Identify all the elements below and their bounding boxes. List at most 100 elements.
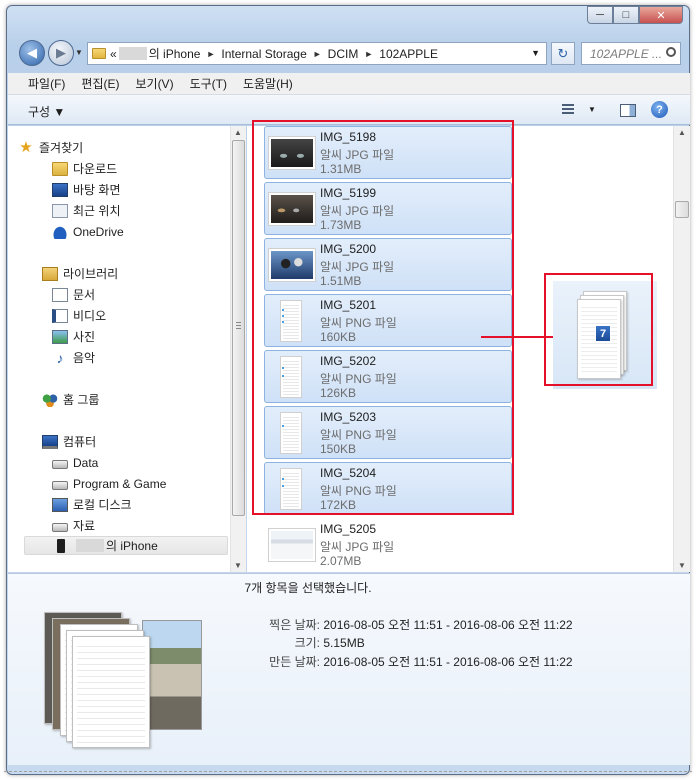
scroll-down-arrow-icon[interactable]: ▼ xyxy=(234,561,242,570)
detail-label: 만든 날짜: xyxy=(269,655,320,669)
nav-label: 비디오 xyxy=(73,309,107,323)
menu-help[interactable]: 도움말(H) xyxy=(235,75,301,92)
nav-onedrive[interactable]: OneDrive xyxy=(52,222,124,241)
drag-count-badge: 7 xyxy=(595,325,611,342)
chevron-right-icon[interactable]: ► xyxy=(313,49,322,59)
nav-desktop[interactable]: 바탕 화면 xyxy=(52,180,121,199)
scroll-up-arrow-icon[interactable]: ▲ xyxy=(678,128,686,137)
file-size: 1.51MB xyxy=(320,274,362,288)
computer-icon xyxy=(42,434,58,449)
chevron-right-icon[interactable]: ► xyxy=(364,49,373,59)
menu-file[interactable]: 파일(F) xyxy=(20,75,73,92)
nav-drive-share[interactable]: 자료 xyxy=(52,516,95,535)
nav-recent[interactable]: 최근 위치 xyxy=(52,201,121,220)
file-item[interactable]: IMG_5199 알씨 JPG 파일 1.73MB xyxy=(264,182,512,235)
nav-local-disk[interactable]: 로컬 디스크 xyxy=(52,495,132,514)
nav-favorites[interactable]: ★ 즐겨찾기 xyxy=(18,138,83,157)
nav-computer[interactable]: 컴퓨터 xyxy=(42,432,96,451)
detail-value: 5.15MB xyxy=(323,636,365,650)
detail-size: 크기: 5.15MB xyxy=(256,634,365,651)
nav-libraries[interactable]: 라이브러리 xyxy=(42,264,118,283)
menu-edit[interactable]: 편집(E) xyxy=(73,75,127,92)
file-name: IMG_5204 xyxy=(320,466,377,480)
forward-button[interactable]: ▶ xyxy=(48,40,74,66)
back-button[interactable]: ◀ xyxy=(19,40,45,66)
file-size: 172KB xyxy=(320,498,357,512)
nav-homegroup[interactable]: 홈 그룹 xyxy=(42,390,99,409)
address-bar[interactable]: « 의 iPhone ► Internal Storage ► DCIM ► 1… xyxy=(87,42,547,65)
nav-iphone[interactable]: 의 iPhone xyxy=(24,536,228,555)
details-pane: 7개 항목을 선택했습니다. 찍은 날짜: 2016-08-05 오전 11:5… xyxy=(8,573,690,765)
explorer-window: ─ □ ✕ ◀ ▶ ▼ « 의 iPhone ► Internal Storag… xyxy=(6,5,690,775)
menu-view[interactable]: 보기(V) xyxy=(127,75,181,92)
file-list-scrollbar[interactable]: ▲ ▼ xyxy=(673,126,690,572)
menu-tools[interactable]: 도구(T) xyxy=(182,75,235,92)
redacted-name xyxy=(76,539,104,552)
nav-drive-data[interactable]: Data xyxy=(52,453,98,472)
help-icon[interactable]: ? xyxy=(651,101,668,118)
photo-thumbnail xyxy=(268,192,316,226)
recent-pages-dropdown[interactable]: ▼ xyxy=(75,48,83,57)
file-item[interactable]: IMG_5205 알씨 JPG 파일 2.07MB xyxy=(264,518,512,571)
file-item[interactable]: IMG_5201 알씨 PNG 파일 160KB xyxy=(264,294,512,347)
file-list-scroll-thumb[interactable] xyxy=(675,201,689,218)
nav-label: 사진 xyxy=(73,330,96,344)
nav-music[interactable]: ♪ 음악 xyxy=(52,348,96,367)
maximize-button[interactable]: □ xyxy=(613,6,639,24)
navigation-pane: ★ 즐겨찾기 다운로드 바탕 화면 최근 위치 OneDrive 라이브러리 문… xyxy=(8,126,246,572)
breadcrumb-dcim[interactable]: DCIM xyxy=(328,47,359,61)
drive-icon xyxy=(52,460,68,469)
file-item[interactable]: IMG_5203 알씨 PNG 파일 150KB xyxy=(264,406,512,459)
file-type: 알씨 PNG 파일 xyxy=(320,316,397,330)
file-type: 알씨 JPG 파일 xyxy=(320,540,395,554)
nav-downloads[interactable]: 다운로드 xyxy=(52,159,117,178)
nav-label: 홈 그룹 xyxy=(63,393,100,407)
star-icon: ★ xyxy=(19,138,33,156)
file-item[interactable]: IMG_5202 알씨 PNG 파일 126KB xyxy=(264,350,512,403)
nav-label: 음악 xyxy=(73,351,96,365)
file-item[interactable]: IMG_5198 알씨 JPG 파일 1.31MB xyxy=(264,126,512,179)
change-view-icon[interactable] xyxy=(562,103,590,117)
nav-scrollbar[interactable]: ▲ ▼ xyxy=(230,126,246,572)
nav-label: 다운로드 xyxy=(73,162,118,176)
file-type: 알씨 JPG 파일 xyxy=(320,204,395,218)
redacted-name xyxy=(118,47,147,60)
file-item[interactable]: IMG_5200 알씨 JPG 파일 1.51MB xyxy=(264,238,512,291)
address-row: ◀ ▶ ▼ « 의 iPhone ► Internal Storage ► DC… xyxy=(15,40,681,68)
photo-thumbnail xyxy=(268,136,316,170)
nav-documents[interactable]: 문서 xyxy=(52,285,95,304)
breadcrumb-102apple[interactable]: 102APPLE xyxy=(379,47,438,61)
breadcrumb-iphone[interactable]: 의 iPhone xyxy=(149,45,201,62)
nav-label: 의 iPhone xyxy=(106,539,158,553)
nav-pictures[interactable]: 사진 xyxy=(52,327,95,346)
file-size: 150KB xyxy=(320,442,357,456)
file-name: IMG_5199 xyxy=(320,186,377,200)
chevron-down-icon[interactable]: ▼ xyxy=(588,105,596,114)
file-type: 알씨 PNG 파일 xyxy=(320,428,397,442)
file-item[interactable]: IMG_5204 알씨 PNG 파일 172KB xyxy=(264,462,512,515)
search-icon[interactable] xyxy=(666,47,676,57)
detail-label: 크기: xyxy=(294,636,320,650)
recent-places-icon xyxy=(52,203,68,218)
chevron-right-icon[interactable]: ► xyxy=(206,49,215,59)
nav-label: 라이브러리 xyxy=(63,267,119,281)
nav-label: 문서 xyxy=(73,288,96,302)
preview-pane-icon[interactable] xyxy=(620,104,636,117)
selection-preview-stack xyxy=(44,594,204,754)
screenshot-thumbnail xyxy=(280,356,302,398)
refresh-button[interactable]: ↻ xyxy=(551,42,575,65)
chevron-down-icon[interactable]: ▼ xyxy=(531,48,540,58)
minimize-button[interactable]: ─ xyxy=(587,6,613,24)
file-name: IMG_5200 xyxy=(320,242,377,256)
breadcrumb-internal-storage[interactable]: Internal Storage xyxy=(221,47,306,61)
close-button[interactable]: ✕ xyxy=(639,6,683,24)
nav-drive-program[interactable]: Program & Game xyxy=(52,474,166,493)
organize-button[interactable]: 구성 ▼ xyxy=(28,103,65,120)
desktop-icon xyxy=(52,182,68,197)
breadcrumb-overflow[interactable]: « xyxy=(110,47,117,61)
search-input[interactable]: 102APPLE ... xyxy=(581,42,681,65)
scroll-down-arrow-icon[interactable]: ▼ xyxy=(678,561,686,570)
nav-label: OneDrive xyxy=(73,224,124,239)
scroll-up-arrow-icon[interactable]: ▲ xyxy=(234,128,242,137)
nav-videos[interactable]: 비디오 xyxy=(52,306,106,325)
